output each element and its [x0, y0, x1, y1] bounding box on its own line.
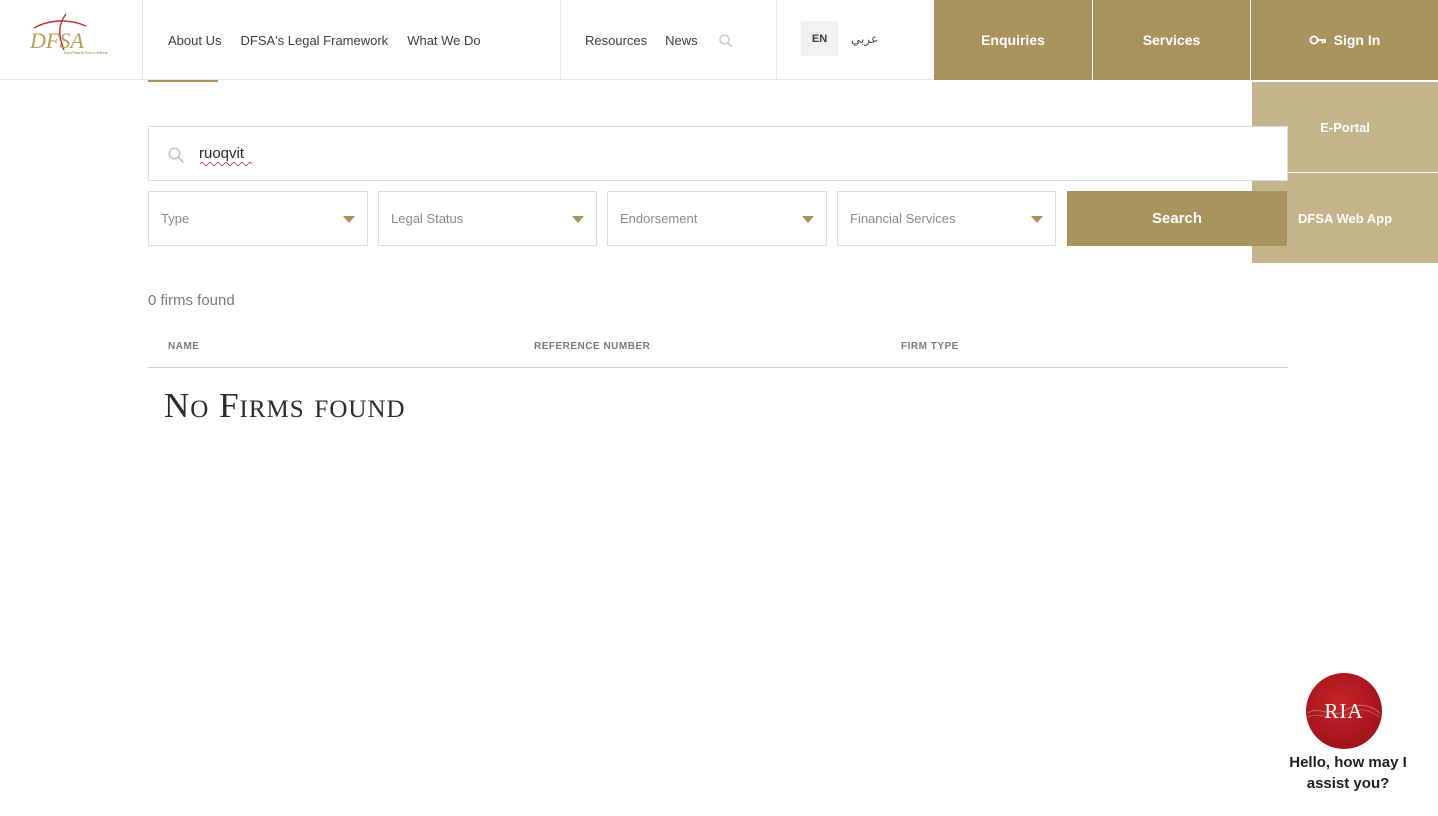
results-count: 0 firms found — [148, 292, 235, 309]
chevron-down-icon — [343, 216, 355, 223]
services-label: Services — [1142, 32, 1201, 48]
secondary-nav: Resources News — [585, 0, 734, 80]
chevron-down-icon — [572, 216, 584, 223]
e-portal-label: E-Portal — [1320, 119, 1370, 135]
column-header-name[interactable]: NAME — [168, 341, 199, 352]
active-tab-indicator — [148, 80, 218, 82]
nav-about-us[interactable]: About Us — [168, 33, 221, 48]
sign-in-label: Sign In — [1333, 32, 1381, 48]
financial-services-filter-select[interactable]: Financial Services — [837, 191, 1056, 246]
chevron-down-icon — [1031, 216, 1043, 223]
site-header: DFSA Dubai Financial Services Authority … — [0, 0, 1438, 80]
nav-news[interactable]: News — [665, 33, 698, 48]
type-filter-select[interactable]: Type — [148, 191, 368, 246]
dfsa-logo[interactable]: DFSA Dubai Financial Services Authority — [28, 10, 110, 64]
lang-ar-button[interactable]: عربي — [851, 21, 878, 56]
search-button-label: Search — [1151, 210, 1203, 227]
nav-legal-framework[interactable]: DFSA's Legal Framework — [240, 33, 388, 48]
chat-assistant-button[interactable]: RIA — [1306, 673, 1382, 749]
nav-divider — [560, 0, 561, 80]
column-header-firm-type[interactable]: FIRM TYPE — [901, 341, 959, 352]
firm-search-input[interactable] — [199, 127, 1249, 180]
nav-what-we-do[interactable]: What We Do — [407, 33, 480, 48]
financial-services-filter-label: Financial Services — [850, 211, 956, 226]
column-header-reference-number[interactable]: REFERENCE NUMBER — [534, 341, 650, 352]
nav-divider — [776, 0, 777, 80]
enquiries-label: Enquiries — [981, 32, 1045, 48]
results-table-header: NAME REFERENCE NUMBER FIRM TYPE — [148, 336, 1288, 368]
enquiries-button[interactable]: Enquiries — [934, 0, 1092, 80]
logo-subtitle: Dubai Financial Services Authority — [64, 50, 109, 55]
search-button[interactable]: Search — [1067, 191, 1287, 246]
nav-resources[interactable]: Resources — [585, 33, 647, 48]
logo-cell: DFSA Dubai Financial Services Authority — [0, 0, 143, 80]
endorsement-filter-select[interactable]: Endorsement — [607, 191, 827, 246]
main-nav: About Us DFSA's Legal Framework What We … — [168, 0, 500, 80]
legal-status-filter-select[interactable]: Legal Status — [378, 191, 597, 246]
chat-badge-label: RIA — [1324, 698, 1364, 723]
empty-results-message: No Firms found — [164, 386, 406, 425]
search-icon — [168, 147, 185, 164]
endorsement-filter-label: Endorsement — [620, 211, 698, 226]
key-icon — [1309, 35, 1326, 45]
chevron-down-icon — [802, 216, 814, 223]
services-button[interactable]: Services — [1093, 0, 1250, 80]
search-icon[interactable] — [718, 33, 734, 49]
sign-in-button[interactable]: Sign In — [1251, 0, 1438, 80]
lang-en-button[interactable]: EN — [801, 21, 838, 56]
type-filter-label: Type — [161, 211, 190, 226]
legal-status-filter-label: Legal Status — [391, 211, 464, 226]
firm-search-box — [148, 126, 1288, 181]
spellcheck-underline — [200, 162, 253, 166]
chat-greeting[interactable]: Hello, how may I assist you? — [1278, 752, 1418, 794]
dfsa-web-app-label: DFSA Web App — [1297, 210, 1393, 226]
